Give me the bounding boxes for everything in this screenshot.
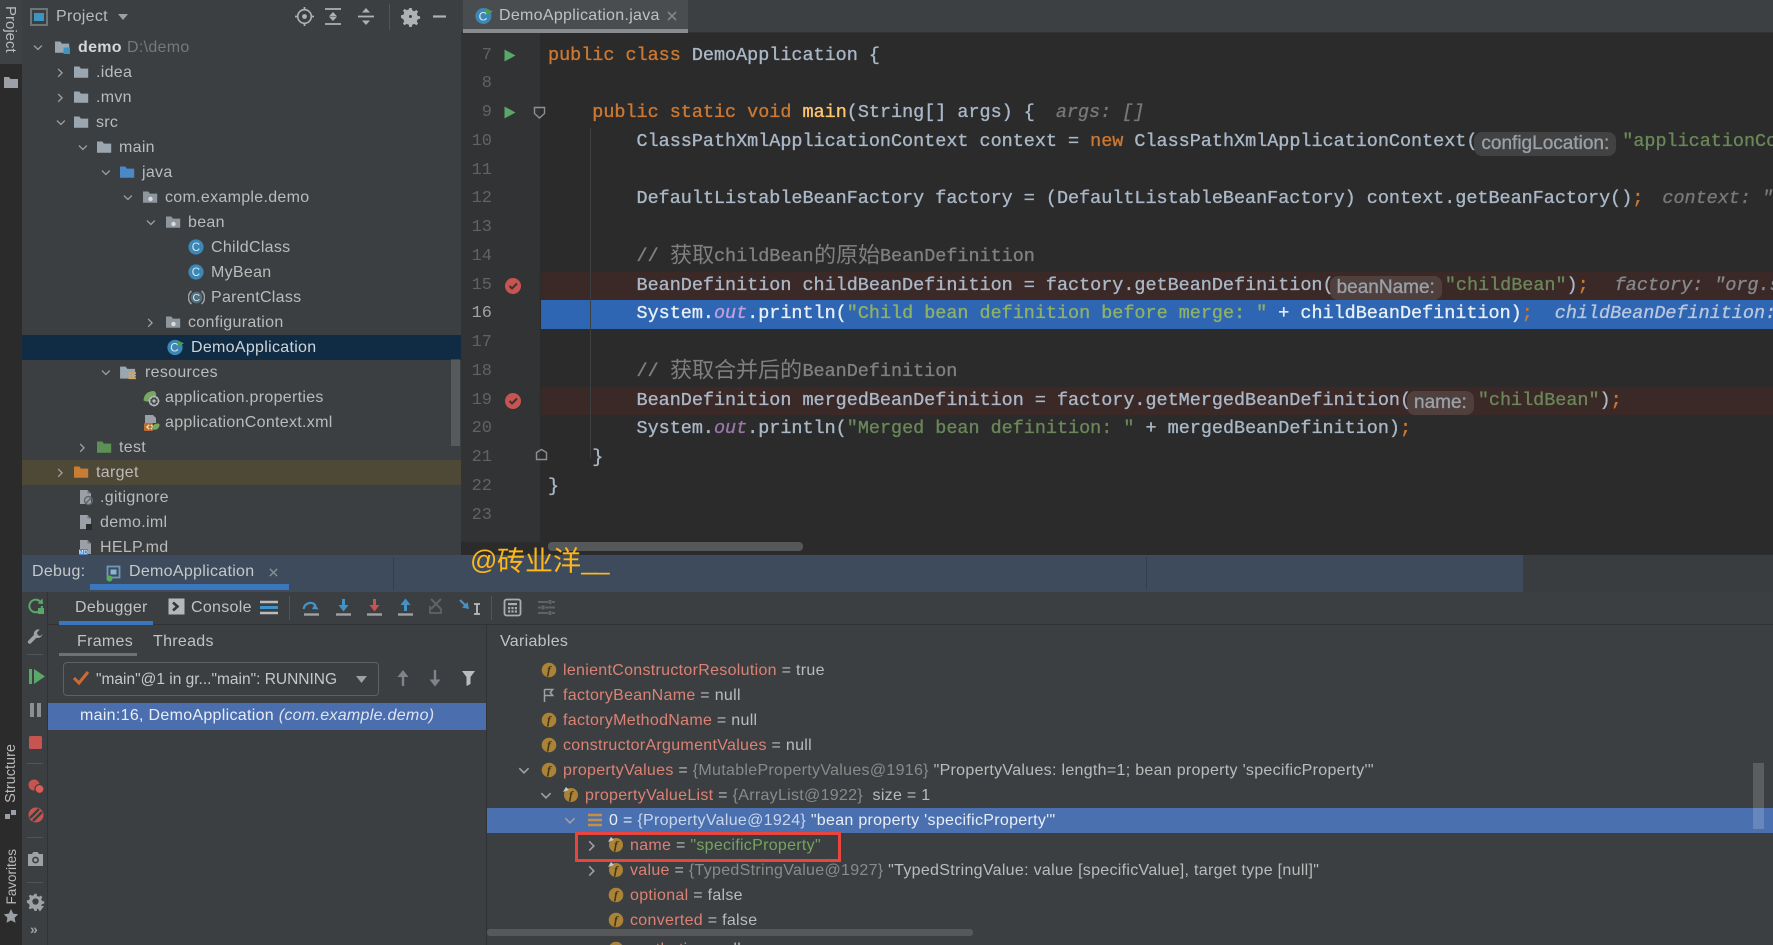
svg-text:f: f <box>547 738 552 752</box>
svg-text:f: f <box>614 888 619 902</box>
svg-text:f: f <box>547 713 552 727</box>
svg-text:f: f <box>569 788 574 802</box>
svg-text:f: f <box>614 913 619 927</box>
svg-text:C: C <box>193 292 201 304</box>
svg-text:f: f <box>614 863 619 877</box>
svg-text:f: f <box>547 663 552 677</box>
svg-text:f: f <box>547 763 552 777</box>
